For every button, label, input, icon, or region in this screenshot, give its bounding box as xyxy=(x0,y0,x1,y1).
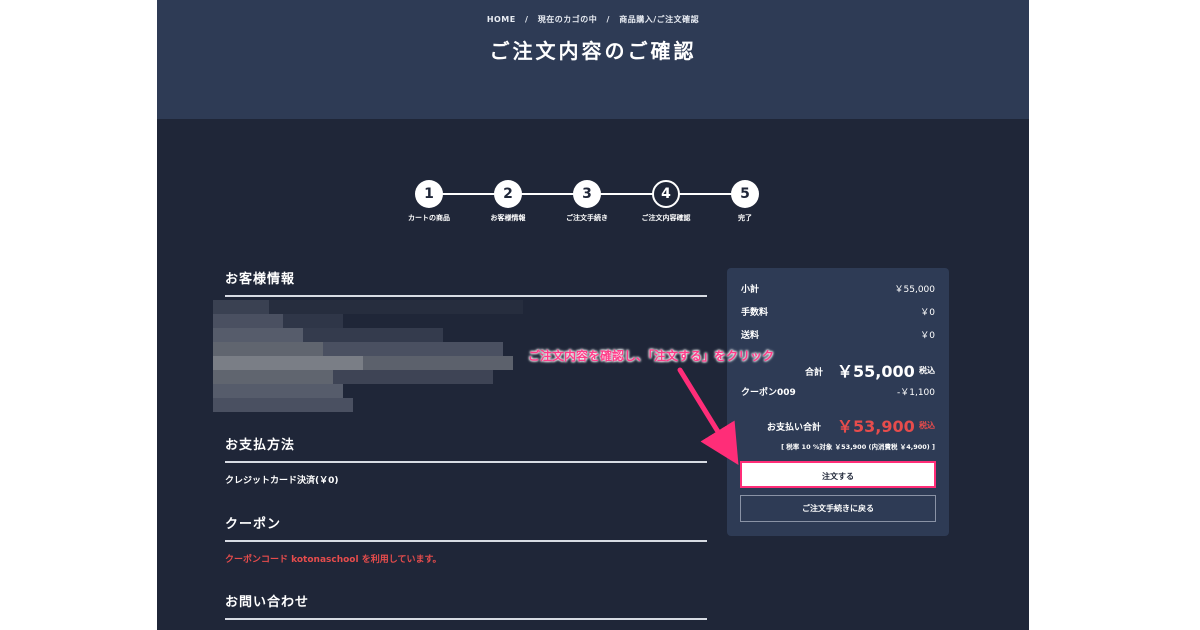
back-to-checkout-button[interactable]: ご注文手続きに戻る xyxy=(740,495,936,522)
coupon-discount-value: -￥1,100 xyxy=(896,388,935,398)
coupon-row: クーポン009 -￥1,100 xyxy=(741,385,935,398)
order-summary-panel: 小計 ￥55,000 手数料 ￥0 送料 ￥0 合計 ￥55,000 税込 クー… xyxy=(727,268,949,536)
step-4-label: ご注文内容確認 xyxy=(641,214,691,222)
customer-info-redacted xyxy=(213,300,523,412)
shipping-label: 送料 xyxy=(741,331,760,341)
contact-heading: お問い合わせ xyxy=(225,591,707,620)
subtotal-row: 小計 ￥55,000 xyxy=(741,282,935,295)
checkout-page: HOME / 現在のカゴの中 / 商品購入/ご注文確認 ご注文内容のご確認 1 … xyxy=(157,0,1029,630)
step-1: 1 カートの商品 xyxy=(389,180,469,223)
step-5-number: 5 xyxy=(731,180,759,208)
step-3-label: ご注文手続き xyxy=(566,214,608,222)
coupon-heading: クーポン xyxy=(225,513,707,542)
fee-row: 手数料 ￥0 xyxy=(741,305,935,318)
page-header: HOME / 現在のカゴの中 / 商品購入/ご注文確認 ご注文内容のご確認 xyxy=(157,0,1029,119)
subtotal-value: ￥55,000 xyxy=(894,285,936,295)
breadcrumb-separator: / xyxy=(606,15,610,24)
step-4-number: 4 xyxy=(652,180,680,208)
step-4: 4 ご注文内容確認 xyxy=(626,180,706,223)
page-title: ご注文内容のご確認 xyxy=(489,39,697,63)
step-5: 5 完了 xyxy=(705,180,785,223)
breadcrumb-current: 商品購入/ご注文確認 xyxy=(619,15,700,24)
tax-breakdown-note: [ 税率 10 %対象 ￥53,900 (内消費税 ￥4,900) ] xyxy=(781,443,935,451)
customer-info-heading: お客様情報 xyxy=(225,268,707,297)
fee-value: ￥0 xyxy=(920,308,935,318)
payment-total-label: お支払い合計 xyxy=(767,423,822,433)
step-1-label: カートの商品 xyxy=(408,214,450,222)
step-5-label: 完了 xyxy=(738,214,752,222)
payment-heading: お支払方法 xyxy=(225,434,707,463)
fee-label: 手数料 xyxy=(741,308,769,318)
breadcrumb-cart[interactable]: 現在のカゴの中 xyxy=(538,15,598,24)
coupon-summary-label: クーポン009 xyxy=(741,388,796,398)
breadcrumb-separator: / xyxy=(525,15,529,24)
step-2-number: 2 xyxy=(494,180,522,208)
breadcrumb-home[interactable]: HOME xyxy=(487,15,516,24)
payment-tax-label: 税込 xyxy=(919,421,935,430)
step-3-number: 3 xyxy=(573,180,601,208)
step-2: 2 お客様情報 xyxy=(468,180,548,223)
step-1-number: 1 xyxy=(415,180,443,208)
payment-method-value: クレジットカード決済(￥0) xyxy=(225,476,339,486)
place-order-button[interactable]: 注文する xyxy=(740,461,936,488)
total-label: 合計 xyxy=(805,368,824,378)
payment-total-row: お支払い合計 ￥53,900 税込 xyxy=(741,413,935,436)
shipping-value: ￥0 xyxy=(920,331,935,341)
coupon-message: クーポンコード kotonaschool を利用しています。 xyxy=(225,555,442,565)
step-3: 3 ご注文手続き xyxy=(547,180,627,223)
breadcrumb: HOME / 現在のカゴの中 / 商品購入/ご注文確認 xyxy=(157,14,1029,25)
total-value: ￥55,000 xyxy=(837,362,915,381)
step-2-label: お客様情報 xyxy=(490,214,526,222)
payment-total-value: ￥53,900 xyxy=(837,417,915,436)
total-tax-label: 税込 xyxy=(919,366,935,375)
shipping-row: 送料 ￥0 xyxy=(741,328,935,341)
annotation-callout: ご注文内容を確認し、「注文する」をクリック xyxy=(528,349,775,363)
subtotal-label: 小計 xyxy=(741,285,760,295)
